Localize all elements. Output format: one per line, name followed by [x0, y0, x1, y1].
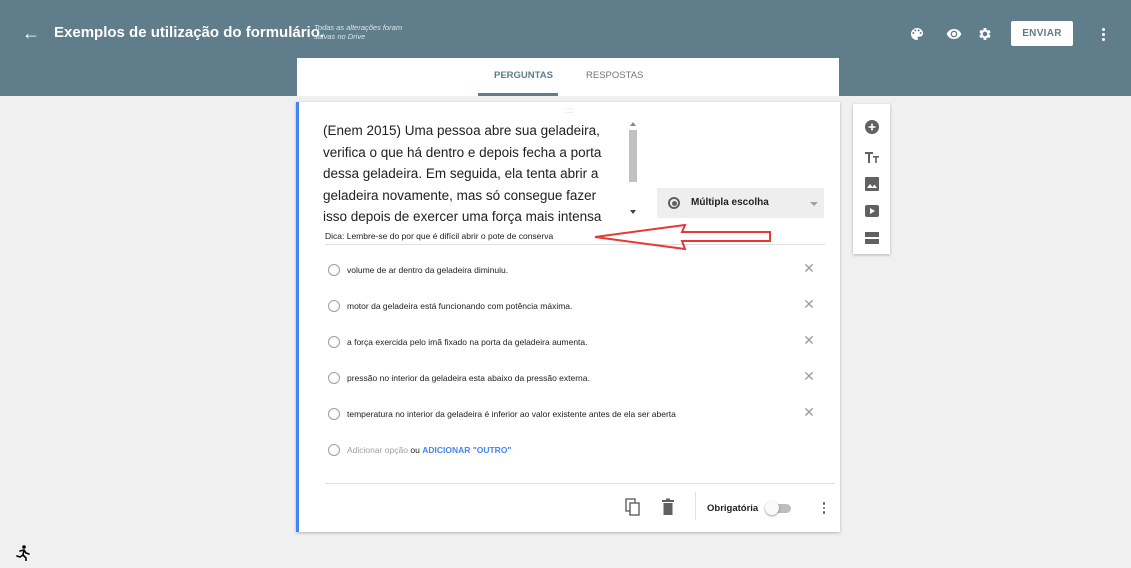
image-icon[interactable]: [863, 175, 880, 192]
option-row: volume de ar dentro da geladeira diminui…: [325, 260, 825, 280]
option-row: motor da geladeira está funcionando com …: [325, 296, 825, 316]
footer-divider: [325, 483, 835, 484]
question-scrollbar[interactable]: [628, 120, 638, 216]
save-status: Todas as alterações foram salvas no Driv…: [314, 23, 403, 41]
more-vert-icon[interactable]: [1096, 24, 1110, 44]
send-button[interactable]: ENVIAR: [1011, 21, 1073, 46]
required-label: Obrigatória: [707, 503, 759, 514]
add-option-text: Adicionar opção ou ADICIONAR "OUTRO": [347, 445, 511, 455]
drag-handle-icon[interactable]: :::: [565, 106, 575, 115]
video-icon[interactable]: [863, 202, 880, 219]
radio-icon: [328, 336, 340, 348]
scroll-up-icon[interactable]: [630, 122, 636, 126]
tabs-bar: PERGUNTAS RESPOSTAS: [297, 58, 839, 96]
option-label[interactable]: motor da geladeira está funcionando com …: [347, 301, 572, 311]
section-icon[interactable]: [863, 229, 880, 246]
radio-icon: [328, 300, 340, 312]
vertical-divider: [695, 492, 696, 520]
option-label[interactable]: pressão no interior da geladeira esta ab…: [347, 373, 590, 383]
annotation-arrow-icon: [594, 223, 771, 251]
active-tab-indicator: [478, 93, 558, 96]
chevron-down-icon: [810, 202, 818, 206]
question-card[interactable]: ::: (Enem 2015) Uma pessoa abre sua gela…: [296, 102, 840, 532]
scroll-down-icon[interactable]: [630, 210, 636, 214]
header-row: ← Exemplos de utilização do formulário. …: [0, 10, 1131, 58]
close-icon[interactable]: ✕: [801, 260, 817, 276]
close-icon[interactable]: ✕: [801, 296, 817, 312]
radio-button-checked-icon: [668, 197, 680, 209]
add-circle-icon[interactable]: [863, 118, 880, 135]
question-type-label: Múltipla escolha: [691, 197, 769, 208]
radio-icon: [328, 372, 340, 384]
tab-respostas[interactable]: RESPOSTAS: [586, 70, 643, 81]
side-toolbar: [853, 104, 890, 254]
close-icon[interactable]: ✕: [801, 332, 817, 348]
option-row: temperatura no interior da geladeira é i…: [325, 404, 825, 424]
option-label[interactable]: temperatura no interior da geladeira é i…: [347, 409, 676, 419]
more-vert-icon[interactable]: [821, 501, 827, 515]
required-toggle[interactable]: [765, 501, 791, 515]
scroll-thumb[interactable]: [629, 130, 637, 182]
question-title-field[interactable]: (Enem 2015) Uma pessoa abre sua geladeir…: [323, 120, 621, 224]
question-description[interactable]: Dica: Lembre-se do por que é difícil abr…: [325, 231, 553, 241]
toggle-knob: [765, 501, 779, 515]
arrow-left-icon[interactable]: ←: [22, 24, 40, 42]
title-text-icon[interactable]: [863, 148, 880, 165]
trash-icon[interactable]: [660, 498, 676, 516]
tab-perguntas[interactable]: PERGUNTAS: [494, 70, 553, 81]
gear-icon[interactable]: [975, 24, 995, 44]
add-other-button[interactable]: ADICIONAR "OUTRO": [422, 445, 511, 455]
radio-icon: [328, 264, 340, 276]
option-label[interactable]: volume de ar dentro da geladeira diminui…: [347, 265, 508, 275]
option-row: pressão no interior da geladeira esta ab…: [325, 368, 825, 388]
close-icon[interactable]: ✕: [801, 404, 817, 420]
form-title[interactable]: Exemplos de utilização do formulário.: [54, 24, 324, 41]
eye-icon[interactable]: [944, 24, 964, 44]
option-row: a força exercida pelo imã fixado na port…: [325, 332, 825, 352]
copy-icon[interactable]: [625, 498, 641, 516]
add-option-button[interactable]: Adicionar opção: [347, 445, 408, 455]
option-label[interactable]: a força exercida pelo imã fixado na port…: [347, 337, 588, 347]
add-option-row: Adicionar opção ou ADICIONAR "OUTRO": [325, 440, 825, 460]
or-text: ou: [410, 445, 420, 455]
question-type-select[interactable]: Múltipla escolha: [657, 188, 824, 218]
radio-icon: [328, 408, 340, 420]
running-person-icon: [16, 545, 30, 561]
radio-icon: [328, 444, 340, 456]
close-icon[interactable]: ✕: [801, 368, 817, 384]
palette-icon[interactable]: [907, 24, 927, 44]
